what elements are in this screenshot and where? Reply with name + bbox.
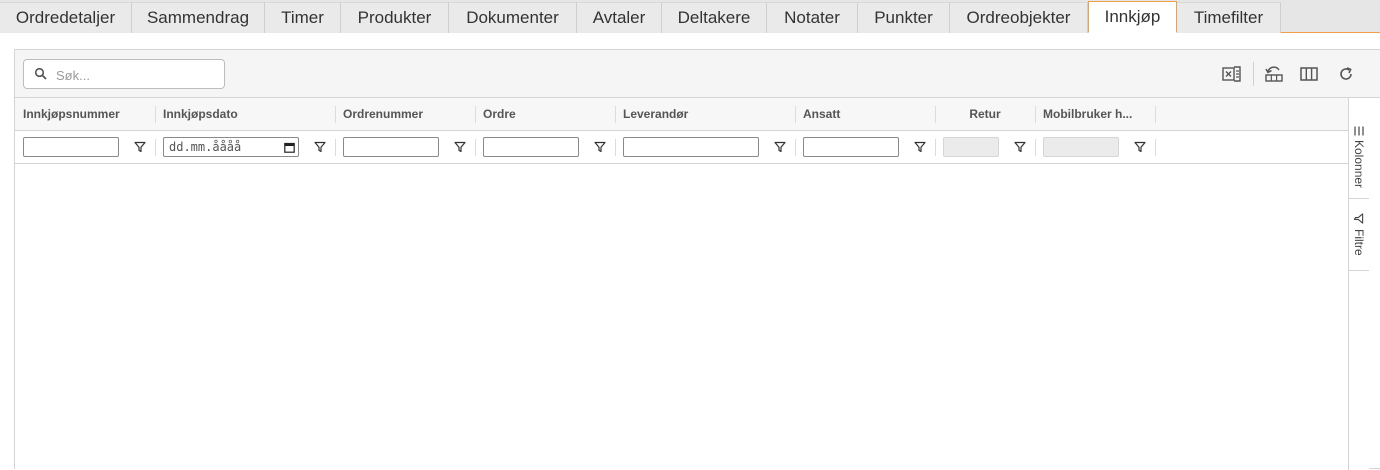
tab-notater[interactable]: Notater xyxy=(767,2,858,33)
reset-layout-button[interactable] xyxy=(1263,63,1285,85)
filter-separator xyxy=(475,139,476,156)
filter-ansatt-button[interactable] xyxy=(913,140,927,154)
search-input[interactable] xyxy=(54,65,218,85)
filter-separator xyxy=(1155,139,1156,156)
side-tab-filters[interactable]: Filtre xyxy=(1349,199,1369,271)
side-tab-columns-label: Kolonner xyxy=(1352,140,1366,189)
date-placeholder: dd.mm.åååå xyxy=(169,140,242,154)
filter-innkjopsdato-button[interactable] xyxy=(313,140,327,154)
columns-icon xyxy=(1300,67,1318,81)
filter-icon xyxy=(1134,141,1146,153)
filter-separator xyxy=(335,139,336,156)
filter-separator xyxy=(155,139,156,156)
filter-icon xyxy=(774,141,786,153)
filter-separator xyxy=(1035,139,1036,156)
filter-ordrenummer-input[interactable] xyxy=(343,137,439,157)
filter-icon xyxy=(594,141,606,153)
filter-row: dd.mm.åååå xyxy=(15,131,1348,164)
filter-innkjopsnummer-input[interactable] xyxy=(23,137,119,157)
filter-ordre-button[interactable] xyxy=(593,140,607,154)
filter-retur-button[interactable] xyxy=(1013,140,1027,154)
refresh-icon xyxy=(1340,67,1352,80)
side-tab-filters-label: Filtre xyxy=(1352,229,1366,256)
column-header-leverandor[interactable]: Leverandør xyxy=(615,98,795,130)
toolbar-separator xyxy=(1253,62,1254,86)
filter-retur-input xyxy=(943,137,999,157)
search-icon xyxy=(34,67,47,80)
column-header-ansatt[interactable]: Ansatt xyxy=(795,98,935,130)
tab-avtaler[interactable]: Avtaler xyxy=(577,2,662,33)
filter-icon xyxy=(454,141,466,153)
tab-bar: Ordredetaljer Sammendrag Timer Produkter… xyxy=(0,0,1380,33)
tab-timefilter[interactable]: Timefilter xyxy=(1177,2,1281,33)
filter-innkjopsdato-input[interactable]: dd.mm.åååå xyxy=(163,137,299,157)
column-separator[interactable] xyxy=(1155,106,1156,123)
filter-ordre-input[interactable] xyxy=(483,137,579,157)
filter-leverandor-button[interactable] xyxy=(773,140,787,154)
filter-icon xyxy=(134,141,146,153)
tab-punkter[interactable]: Punkter xyxy=(858,2,950,33)
column-header-innkjopsnummer[interactable]: Innkjøpsnummer xyxy=(15,98,155,130)
filter-separator xyxy=(615,139,616,156)
filter-icon xyxy=(1353,213,1364,224)
filter-innkjopsnummer-button[interactable] xyxy=(133,140,147,154)
columns-menu-icon xyxy=(1354,126,1364,136)
filter-mobilbruker-input xyxy=(1043,137,1119,157)
filter-leverandor-input[interactable] xyxy=(623,137,759,157)
grid-body xyxy=(15,164,1348,470)
grid-toolbar xyxy=(15,50,1380,98)
calendar-icon[interactable] xyxy=(284,142,295,153)
excel-export-button[interactable] xyxy=(1221,63,1243,85)
tab-sammendrag[interactable]: Sammendrag xyxy=(132,2,265,33)
purchases-grid: Innkjøpsnummer Innkjøpsdato Ordrenummer … xyxy=(14,49,1380,470)
filter-ansatt-input[interactable] xyxy=(803,137,899,157)
column-header-ordre[interactable]: Ordre xyxy=(475,98,615,130)
tab-ordreobjekter[interactable]: Ordreobjekter xyxy=(950,2,1088,33)
tab-dokumenter[interactable]: Dokumenter xyxy=(449,2,577,33)
search-box[interactable] xyxy=(23,59,225,89)
column-header-retur[interactable]: Retur xyxy=(935,98,1035,130)
filter-separator xyxy=(935,139,936,156)
columns-button[interactable] xyxy=(1298,63,1320,85)
tab-produkter[interactable]: Produkter xyxy=(341,2,449,33)
filter-separator xyxy=(795,139,796,156)
tab-ordredetaljer[interactable]: Ordredetaljer xyxy=(0,2,132,33)
column-header-row: Innkjøpsnummer Innkjøpsdato Ordrenummer … xyxy=(15,98,1348,131)
column-header-ordrenummer[interactable]: Ordrenummer xyxy=(335,98,475,130)
refresh-button[interactable] xyxy=(1335,63,1357,85)
filter-icon xyxy=(914,141,926,153)
filter-icon xyxy=(1014,141,1026,153)
tab-deltakere[interactable]: Deltakere xyxy=(662,2,767,33)
side-panel: Kolonner Filtre xyxy=(1348,98,1369,470)
excel-export-icon xyxy=(1222,66,1241,82)
column-header-innkjopsdato[interactable]: Innkjøpsdato xyxy=(155,98,335,130)
column-header-mobilbruker[interactable]: Mobilbruker h... xyxy=(1035,98,1155,130)
reset-layout-icon xyxy=(1265,66,1283,82)
tab-innkjop[interactable]: Innkjøp xyxy=(1088,1,1177,33)
side-tab-columns[interactable]: Kolonner xyxy=(1349,98,1369,199)
filter-ordrenummer-button[interactable] xyxy=(453,140,467,154)
filter-icon xyxy=(314,141,326,153)
tab-timer[interactable]: Timer xyxy=(265,2,341,33)
filter-mobilbruker-button[interactable] xyxy=(1133,140,1147,154)
